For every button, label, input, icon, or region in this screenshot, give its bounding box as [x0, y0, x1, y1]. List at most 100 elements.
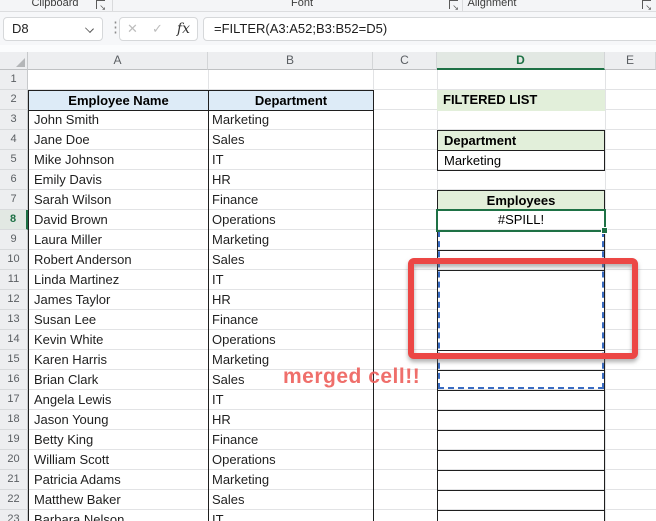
cell-border-line: [437, 390, 605, 391]
row-header-20[interactable]: 20: [0, 450, 28, 470]
ribbon-group-alignment-label: Alignment: [467, 0, 517, 9]
cell-department[interactable]: Marketing: [212, 230, 370, 250]
cell-employee-name[interactable]: Jane Doe: [34, 130, 204, 150]
cell-department[interactable]: Operations: [212, 330, 370, 350]
cell-department[interactable]: Sales: [212, 250, 370, 270]
cell-department[interactable]: HR: [212, 410, 370, 430]
cell-border-line: [437, 510, 605, 511]
annotation-text: merged cell!!: [283, 365, 421, 388]
cell-employee-name[interactable]: Emily Davis: [34, 170, 204, 190]
row-header-18[interactable]: 18: [0, 410, 28, 430]
insert-function-button[interactable]: fx: [177, 21, 190, 37]
row-header-16[interactable]: 16: [0, 370, 28, 390]
cell-employee-name[interactable]: Susan Lee: [34, 310, 204, 330]
cell-border-line: [437, 430, 605, 431]
cell-department[interactable]: Finance: [212, 190, 370, 210]
cell-filtered-list-title[interactable]: FILTERED LIST: [437, 90, 605, 111]
cell-employee-name[interactable]: Kevin White: [34, 330, 204, 350]
cell-employee-name[interactable]: Jason Young: [34, 410, 204, 430]
name-box[interactable]: D8: [3, 17, 103, 41]
cell-department[interactable]: Marketing: [212, 110, 370, 130]
cell-employee-name[interactable]: Mike Johnson: [34, 150, 204, 170]
alignment-dialog-launcher-icon[interactable]: ↘: [642, 0, 652, 11]
column-header-e[interactable]: E: [605, 52, 656, 70]
formula-input[interactable]: =FILTER(A3:A52;B3:B52=D5): [203, 17, 656, 41]
cell-employee-name[interactable]: David Brown: [34, 210, 204, 230]
table-header-row[interactable]: Employee Name Department: [28, 90, 374, 111]
row-header-7[interactable]: 7: [0, 190, 28, 210]
cell-employee-name[interactable]: James Taylor: [34, 290, 204, 310]
row-header-2[interactable]: 2: [0, 90, 28, 110]
cell-employees-label[interactable]: Employees: [437, 190, 605, 211]
clipboard-dialog-launcher-icon[interactable]: ↘: [96, 0, 106, 11]
ribbon-group-font-label: Font: [290, 0, 313, 9]
row-header-9[interactable]: 9: [0, 230, 28, 250]
header-department[interactable]: Department: [209, 91, 373, 110]
row-header-11[interactable]: 11: [0, 270, 28, 290]
cell-employee-name[interactable]: Linda Martinez: [34, 270, 204, 290]
cell-employee-name[interactable]: William Scott: [34, 450, 204, 470]
column-header-a[interactable]: A: [28, 52, 208, 70]
row-header-19[interactable]: 19: [0, 430, 28, 450]
cell-department[interactable]: Operations: [212, 450, 370, 470]
cell-department[interactable]: IT: [212, 270, 370, 290]
cell-employee-name[interactable]: Karen Harris: [34, 350, 204, 370]
group-separator: [112, 0, 113, 11]
cell-employee-name[interactable]: John Smith: [34, 110, 204, 130]
chevron-down-icon[interactable]: [85, 24, 94, 33]
row-header-1[interactable]: 1: [0, 70, 28, 90]
column-header-c[interactable]: C: [373, 52, 437, 70]
cell-border-line: [437, 450, 605, 451]
select-all-corner[interactable]: [0, 52, 28, 70]
cell-employee-name[interactable]: Sarah Wilson: [34, 190, 204, 210]
cell-department[interactable]: IT: [212, 510, 370, 521]
cell-border-line: [437, 470, 605, 471]
row-header-4[interactable]: 4: [0, 130, 28, 150]
cell-employee-name[interactable]: Angela Lewis: [34, 390, 204, 410]
cell-employee-name[interactable]: Laura Miller: [34, 230, 204, 250]
fill-handle[interactable]: [601, 227, 608, 234]
cell-department[interactable]: HR: [212, 290, 370, 310]
row-header-13[interactable]: 13: [0, 310, 28, 330]
cell-department[interactable]: Sales: [212, 490, 370, 510]
row-header-5[interactable]: 5: [0, 150, 28, 170]
cell-department[interactable]: Sales: [212, 130, 370, 150]
cell-department[interactable]: Marketing: [212, 470, 370, 490]
row-header-6[interactable]: 6: [0, 170, 28, 190]
row-header-17[interactable]: 17: [0, 390, 28, 410]
row-header-21[interactable]: 21: [0, 470, 28, 490]
cell-employee-name[interactable]: Betty King: [34, 430, 204, 450]
cell-employee-name[interactable]: Robert Anderson: [34, 250, 204, 270]
row-header-10[interactable]: 10: [0, 250, 28, 270]
row-header-3[interactable]: 3: [0, 110, 28, 130]
row-header-14[interactable]: 14: [0, 330, 28, 350]
cancel-button[interactable]: ✕: [127, 21, 138, 37]
formula-bar-gap: [0, 45, 656, 52]
cell-employee-name[interactable]: Patricia Adams: [34, 470, 204, 490]
cell-department[interactable]: HR: [212, 170, 370, 190]
enter-button[interactable]: ✓: [152, 21, 163, 37]
cell-employee-name[interactable]: Matthew Baker: [34, 490, 204, 510]
column-header-b[interactable]: B: [208, 52, 373, 70]
excel-window: Clipboard ↘ Font ↘ Alignment ↘ D8 ⋮ ✕ ✓ …: [0, 0, 656, 521]
cell-department[interactable]: Finance: [212, 310, 370, 330]
table-border-left: [28, 90, 29, 521]
column-header-d[interactable]: D: [437, 52, 605, 70]
row-header-8[interactable]: 8: [0, 210, 28, 230]
cell-department[interactable]: IT: [212, 150, 370, 170]
cell-employee-name[interactable]: Brian Clark: [34, 370, 204, 390]
cell-employee-name[interactable]: Barbara Nelson: [34, 510, 204, 521]
sheet-grid: ABCDE 1 2 3 4 5 6 7 8 9 10 11 12 13 14 15 16 17 18 19 20 21 2…: [0, 52, 656, 521]
active-cell-selection: [436, 209, 608, 234]
cell-department-value[interactable]: Marketing: [437, 150, 605, 171]
row-header-15[interactable]: 15: [0, 350, 28, 370]
row-header-23[interactable]: 23: [0, 510, 28, 521]
cell-department[interactable]: Finance: [212, 430, 370, 450]
row-header-12[interactable]: 12: [0, 290, 28, 310]
cell-department-label[interactable]: Department: [437, 130, 605, 151]
table-border-right: [373, 90, 374, 521]
cell-department[interactable]: Operations: [212, 210, 370, 230]
cell-department[interactable]: IT: [212, 390, 370, 410]
header-employee-name[interactable]: Employee Name: [29, 91, 209, 110]
row-header-22[interactable]: 22: [0, 490, 28, 510]
